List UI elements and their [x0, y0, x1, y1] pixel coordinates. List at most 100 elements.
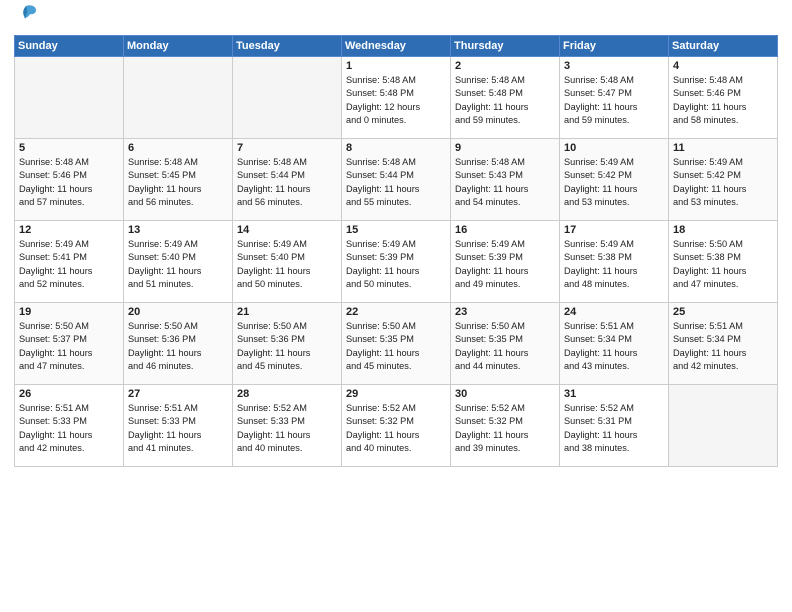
day-info: Sunrise: 5:48 AMSunset: 5:44 PMDaylight:… [237, 156, 337, 209]
day-number: 10 [564, 142, 664, 154]
day-number: 30 [455, 388, 555, 400]
day-number: 27 [128, 388, 228, 400]
calendar-cell: 2 Sunrise: 5:48 AMSunset: 5:48 PMDaylight… [451, 57, 560, 139]
calendar-cell: 5 Sunrise: 5:48 AMSunset: 5:46 PMDaylight… [15, 139, 124, 221]
col-header-friday: Friday [560, 36, 669, 57]
calendar-cell [669, 385, 778, 467]
day-info: Sunrise: 5:51 AMSunset: 5:33 PMDaylight:… [19, 402, 119, 455]
col-header-sunday: Sunday [15, 36, 124, 57]
day-number: 18 [673, 224, 773, 236]
day-number: 31 [564, 388, 664, 400]
day-info: Sunrise: 5:50 AMSunset: 5:35 PMDaylight:… [455, 320, 555, 373]
calendar-cell: 28 Sunrise: 5:52 AMSunset: 5:33 PMDayligh… [233, 385, 342, 467]
calendar-cell: 14Sunrise: 5:49 AMSunset: 5:40 PMDayligh… [233, 221, 342, 303]
calendar-cell: 4 Sunrise: 5:48 AMSunset: 5:46 PMDaylight… [669, 57, 778, 139]
day-info: Sunrise: 5:50 AMSunset: 5:37 PMDaylight:… [19, 320, 119, 373]
day-info: Sunrise: 5:48 AMSunset: 5:43 PMDaylight:… [455, 156, 555, 209]
calendar-cell: 16Sunrise: 5:49 AMSunset: 5:39 PMDayligh… [451, 221, 560, 303]
day-number: 6 [128, 142, 228, 154]
day-info: Sunrise: 5:48 AMSunset: 5:48 PMDaylight:… [346, 74, 446, 127]
calendar-cell: 10 Sunrise: 5:49 AMSunset: 5:42 PMDayligh… [560, 139, 669, 221]
day-info: Sunrise: 5:48 AMSunset: 5:44 PMDaylight:… [346, 156, 446, 209]
day-info: Sunrise: 5:52 AMSunset: 5:33 PMDaylight:… [237, 402, 337, 455]
col-header-tuesday: Tuesday [233, 36, 342, 57]
day-number: 3 [564, 60, 664, 72]
calendar-cell: 17 Sunrise: 5:49 AMSunset: 5:38 PMDayligh… [560, 221, 669, 303]
calendar-cell: 22Sunrise: 5:50 AMSunset: 5:35 PMDayligh… [342, 303, 451, 385]
calendar-cell [233, 57, 342, 139]
calendar-cell: 31 Sunrise: 5:52 AMSunset: 5:31 PMDayligh… [560, 385, 669, 467]
day-number: 17 [564, 224, 664, 236]
calendar-cell: 18 Sunrise: 5:50 AMSunset: 5:38 PMDayligh… [669, 221, 778, 303]
day-number: 28 [237, 388, 337, 400]
week-row-3: 12 Sunrise: 5:49 AMSunset: 5:41 PMDayligh… [15, 221, 778, 303]
day-info: Sunrise: 5:50 AMSunset: 5:36 PMDaylight:… [237, 320, 337, 373]
calendar-cell: 12 Sunrise: 5:49 AMSunset: 5:41 PMDayligh… [15, 221, 124, 303]
day-info: Sunrise: 5:49 AMSunset: 5:39 PMDaylight:… [455, 238, 555, 291]
calendar-cell: 25 Sunrise: 5:51 AMSunset: 5:34 PMDayligh… [669, 303, 778, 385]
day-info: Sunrise: 5:48 AMSunset: 5:47 PMDaylight:… [564, 74, 664, 127]
calendar-cell: 7 Sunrise: 5:48 AMSunset: 5:44 PMDaylight… [233, 139, 342, 221]
calendar-cell: 6 Sunrise: 5:48 AMSunset: 5:45 PMDaylight… [124, 139, 233, 221]
day-info: Sunrise: 5:49 AMSunset: 5:42 PMDaylight:… [673, 156, 773, 209]
day-number: 21 [237, 306, 337, 318]
week-row-1: 1 Sunrise: 5:48 AMSunset: 5:48 PMDaylight… [15, 57, 778, 139]
day-number: 8 [346, 142, 446, 154]
day-info: Sunrise: 5:48 AMSunset: 5:46 PMDaylight:… [19, 156, 119, 209]
calendar-cell: 26Sunrise: 5:51 AMSunset: 5:33 PMDayligh… [15, 385, 124, 467]
day-info: Sunrise: 5:51 AMSunset: 5:34 PMDaylight:… [673, 320, 773, 373]
day-info: Sunrise: 5:49 AMSunset: 5:39 PMDaylight:… [346, 238, 446, 291]
day-number: 15 [346, 224, 446, 236]
col-header-monday: Monday [124, 36, 233, 57]
day-info: Sunrise: 5:50 AMSunset: 5:38 PMDaylight:… [673, 238, 773, 291]
day-info: Sunrise: 5:52 AMSunset: 5:32 PMDaylight:… [346, 402, 446, 455]
calendar-cell: 9 Sunrise: 5:48 AMSunset: 5:43 PMDaylight… [451, 139, 560, 221]
day-number: 12 [19, 224, 119, 236]
day-number: 11 [673, 142, 773, 154]
col-header-thursday: Thursday [451, 36, 560, 57]
day-info: Sunrise: 5:52 AMSunset: 5:31 PMDaylight:… [564, 402, 664, 455]
calendar-cell [15, 57, 124, 139]
week-row-5: 26Sunrise: 5:51 AMSunset: 5:33 PMDayligh… [15, 385, 778, 467]
logo-bird-icon [16, 2, 38, 24]
calendar-cell: 8 Sunrise: 5:48 AMSunset: 5:44 PMDaylight… [342, 139, 451, 221]
calendar-cell: 30 Sunrise: 5:52 AMSunset: 5:32 PMDayligh… [451, 385, 560, 467]
day-number: 2 [455, 60, 555, 72]
day-info: Sunrise: 5:51 AMSunset: 5:34 PMDaylight:… [564, 320, 664, 373]
week-row-2: 5 Sunrise: 5:48 AMSunset: 5:46 PMDaylight… [15, 139, 778, 221]
day-info: Sunrise: 5:48 AMSunset: 5:46 PMDaylight:… [673, 74, 773, 127]
calendar-cell: 3 Sunrise: 5:48 AMSunset: 5:47 PMDaylight… [560, 57, 669, 139]
day-info: Sunrise: 5:49 AMSunset: 5:38 PMDaylight:… [564, 238, 664, 291]
calendar-cell: 1 Sunrise: 5:48 AMSunset: 5:48 PMDaylight… [342, 57, 451, 139]
day-number: 1 [346, 60, 446, 72]
day-info: Sunrise: 5:48 AMSunset: 5:45 PMDaylight:… [128, 156, 228, 209]
calendar-cell: 13Sunrise: 5:49 AMSunset: 5:40 PMDayligh… [124, 221, 233, 303]
col-header-wednesday: Wednesday [342, 36, 451, 57]
day-info: Sunrise: 5:49 AMSunset: 5:41 PMDaylight:… [19, 238, 119, 291]
day-info: Sunrise: 5:52 AMSunset: 5:32 PMDaylight:… [455, 402, 555, 455]
header [14, 10, 778, 29]
calendar-cell [124, 57, 233, 139]
day-info: Sunrise: 5:50 AMSunset: 5:35 PMDaylight:… [346, 320, 446, 373]
page-container: SundayMondayTuesdayWednesdayThursdayFrid… [0, 0, 792, 475]
day-number: 4 [673, 60, 773, 72]
calendar-cell: 24 Sunrise: 5:51 AMSunset: 5:34 PMDayligh… [560, 303, 669, 385]
day-number: 19 [19, 306, 119, 318]
day-number: 25 [673, 306, 773, 318]
logo [14, 10, 38, 29]
day-info: Sunrise: 5:49 AMSunset: 5:40 PMDaylight:… [128, 238, 228, 291]
day-info: Sunrise: 5:49 AMSunset: 5:42 PMDaylight:… [564, 156, 664, 209]
day-info: Sunrise: 5:50 AMSunset: 5:36 PMDaylight:… [128, 320, 228, 373]
day-number: 7 [237, 142, 337, 154]
day-number: 24 [564, 306, 664, 318]
week-row-4: 19 Sunrise: 5:50 AMSunset: 5:37 PMDayligh… [15, 303, 778, 385]
day-number: 14 [237, 224, 337, 236]
day-number: 9 [455, 142, 555, 154]
day-number: 29 [346, 388, 446, 400]
col-header-saturday: Saturday [669, 36, 778, 57]
calendar-cell: 27Sunrise: 5:51 AMSunset: 5:33 PMDayligh… [124, 385, 233, 467]
calendar-cell: 21 Sunrise: 5:50 AMSunset: 5:36 PMDayligh… [233, 303, 342, 385]
day-number: 5 [19, 142, 119, 154]
day-info: Sunrise: 5:48 AMSunset: 5:48 PMDaylight:… [455, 74, 555, 127]
calendar-cell: 20Sunrise: 5:50 AMSunset: 5:36 PMDayligh… [124, 303, 233, 385]
